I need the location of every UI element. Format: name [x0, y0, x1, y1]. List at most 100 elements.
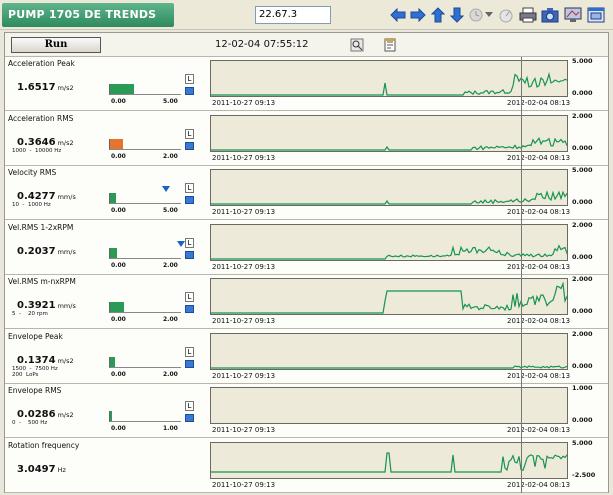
settings-icon[interactable] — [185, 359, 194, 368]
x-start-date: 2011-10-27 09:13 — [212, 99, 276, 107]
value-unit: mm/s — [57, 247, 76, 256]
history-icon[interactable] — [466, 5, 486, 25]
log-toggle-button[interactable]: L — [185, 183, 194, 193]
settings-icon[interactable] — [185, 196, 194, 204]
log-toggle-button[interactable]: L — [185, 292, 194, 302]
y-max-label: 1.000 — [572, 384, 593, 392]
series-line — [211, 136, 567, 151]
level-bar — [109, 411, 181, 422]
trend-chart[interactable] — [210, 332, 568, 370]
value-number: 0.2037 — [17, 245, 56, 257]
settings-icon[interactable] — [185, 414, 194, 422]
trend-row: Vel.RMS 1-2xRPM 0.2037 mm/s 0.00 2.00 L 2011-… — [5, 221, 608, 275]
settings-icon[interactable] — [185, 305, 194, 313]
value-unit: mm/s — [57, 302, 76, 310]
trend-value: 0.3921 mm/s — [17, 300, 76, 311]
value-number: 3.0497 — [17, 463, 56, 475]
log-toggle-button[interactable]: L — [185, 346, 194, 357]
value-unit: m/s2 — [57, 138, 74, 147]
window-icon[interactable] — [586, 5, 606, 25]
bar-scale-min: 0.00 — [111, 425, 126, 432]
trend-chart[interactable] — [210, 60, 568, 97]
value-unit: Hz — [57, 465, 66, 474]
bar-scale-max: 2.00 — [163, 261, 178, 269]
x-start-date: 2011-10-27 09:13 — [212, 426, 276, 434]
title-bar: PUMP 1705 DE TRENDS 22.67.3 — [0, 0, 613, 30]
camera-icon[interactable] — [540, 5, 560, 25]
trend-chart[interactable] — [210, 223, 568, 261]
trend-value: 0.4277 mm/s — [17, 191, 76, 202]
current-datetime: 12-02-04 07:55:12 — [215, 39, 309, 50]
screen-icon[interactable] — [563, 5, 583, 25]
trend-value: 0.1374 m/s2 — [17, 355, 74, 366]
x-end-date: 2012-02-04 08:13 — [507, 317, 571, 325]
settings-icon[interactable] — [185, 87, 194, 95]
level-bar — [109, 356, 181, 368]
gauge-icon[interactable] — [496, 5, 516, 25]
trend-row: Velocity RMS 0.4277 mm/s 10 - 1000 Hz 0.00 5… — [5, 166, 608, 220]
trend-range: 10 - 1000 Hz — [12, 202, 51, 208]
x-end-date: 2012-02-04 08:13 — [507, 99, 571, 107]
arrow-right-icon[interactable] — [408, 5, 428, 25]
bar-scale-min: 0.00 — [111, 316, 126, 323]
log-toggle-button[interactable]: L — [185, 237, 194, 248]
y-max-label: 2.000 — [572, 220, 593, 229]
settings-icon[interactable] — [185, 250, 194, 259]
settings-icon[interactable] — [185, 141, 194, 150]
y-min-label: 0.000 — [572, 252, 593, 261]
y-max-label: 2.000 — [572, 275, 593, 283]
value-number: 0.1374 — [17, 354, 56, 366]
run-button[interactable]: Run — [11, 37, 101, 53]
value-number: 1.6517 — [17, 82, 56, 93]
trend-plot — [211, 190, 567, 205]
y-min-label: 0.000 — [572, 143, 593, 152]
log-toggle-button[interactable]: L — [185, 128, 194, 139]
notes-icon[interactable] — [383, 37, 397, 52]
trend-chart[interactable] — [210, 114, 568, 152]
bar-scale-max: 2.00 — [163, 152, 178, 160]
series-line — [211, 190, 567, 205]
level-bar-fill — [110, 193, 116, 203]
bar-scale-min: 0.00 — [111, 98, 126, 105]
trend-value: 0.3646 m/s2 — [17, 137, 74, 148]
level-bar-fill — [110, 247, 117, 258]
dropdown-icon[interactable] — [484, 5, 494, 25]
value-number: 0.0286 — [17, 409, 56, 420]
trend-range: 0 - 500 Hz — [12, 420, 48, 426]
zoom-icon[interactable] — [350, 37, 364, 52]
level-bar-fill — [110, 84, 134, 94]
trend-label: Vel.RMS 1-2xRPM — [8, 222, 74, 232]
trend-row: Rotation frequency 3.0497 Hz 2011-10-27 09:… — [5, 439, 608, 493]
value-unit: mm/s — [57, 193, 76, 201]
x-start-date: 2011-10-27 09:13 — [212, 262, 276, 271]
x-start-date: 2011-10-27 09:13 — [212, 153, 276, 162]
trend-chart[interactable] — [210, 387, 568, 424]
trend-range: 1000 - 10000 Hz — [12, 147, 62, 154]
trend-label: Envelope Peak — [8, 331, 63, 341]
y-min-label: 0.000 — [572, 307, 593, 315]
trend-row: Vel.RMS m-nxRPM 0.3921 mm/s 5 - 20 rpm 0.00… — [5, 275, 608, 329]
alarm-marker-icon[interactable] — [177, 240, 185, 247]
arrow-left-icon[interactable] — [388, 5, 408, 25]
log-toggle-button[interactable]: L — [185, 74, 194, 84]
series-line — [211, 71, 567, 96]
arrow-up-icon[interactable] — [428, 5, 448, 25]
alarm-marker-icon[interactable] — [162, 186, 170, 192]
value-field[interactable]: 22.67.3 — [255, 6, 331, 24]
x-end-date: 2012-02-04 08:13 — [507, 426, 571, 434]
value-number: 0.3646 — [17, 136, 56, 148]
x-end-date: 2012-02-04 08:13 — [507, 371, 571, 380]
trend-chart[interactable] — [210, 441, 568, 479]
time-cursor-line[interactable] — [521, 57, 522, 493]
series-line — [211, 364, 567, 369]
log-toggle-button[interactable]: L — [185, 401, 194, 411]
level-bar-fill — [110, 356, 115, 367]
bar-scale-max: 1.00 — [163, 425, 178, 432]
trend-chart[interactable] — [210, 278, 568, 315]
bar-scale-max: 5.00 — [163, 98, 178, 105]
trend-label: Vel.RMS m-nxRPM — [8, 277, 76, 286]
print-icon[interactable] — [518, 5, 538, 25]
trend-value: 0.2037 mm/s — [17, 246, 76, 257]
trend-chart[interactable] — [210, 169, 568, 206]
arrow-down-icon[interactable] — [447, 5, 467, 25]
